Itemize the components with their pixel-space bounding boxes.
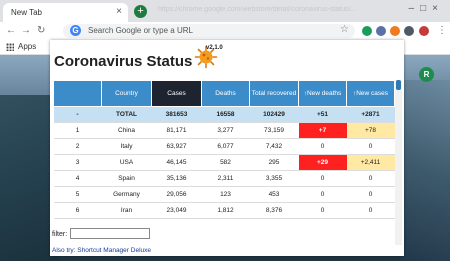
row-cases: 81,171 <box>151 122 202 139</box>
row-new-deaths: +7 <box>298 122 347 139</box>
tab-new-tab[interactable]: New Tab × <box>3 3 128 22</box>
version-label: v2.1.0 <box>206 45 223 51</box>
row-deaths: 582 <box>201 154 250 171</box>
table-row: 1 China 81,171 3,277 73,159 +7 +78 <box>53 122 395 139</box>
extension-shield-icon[interactable] <box>362 26 372 36</box>
browser-tab-bar: New Tab × + https://chrome.google.com/we… <box>0 0 450 22</box>
row-new-deaths: 0 <box>298 170 347 187</box>
tab-title: New Tab <box>11 8 42 17</box>
filter-label: filter: <box>52 231 68 238</box>
filter-input[interactable] <box>70 228 150 239</box>
table-row: 2 Italy 63,927 6,077 7,432 0 0 <box>53 138 395 155</box>
row-country: Iran <box>101 202 152 219</box>
table-scrollbar[interactable] <box>395 80 402 245</box>
row-deaths: 123 <box>201 186 250 203</box>
row-new-deaths: 0 <box>298 138 347 155</box>
extension-puzzle-icon[interactable] <box>376 26 386 36</box>
tab-bar-ghost-text: https://chrome.google.com/webstore/detai… <box>158 6 357 13</box>
close-icon[interactable]: × <box>116 6 122 17</box>
row-recovered: 73,159 <box>249 122 299 139</box>
row-rank: 6 <box>53 202 102 219</box>
row-new-cases: +78 <box>346 122 395 139</box>
row-cases: 23,049 <box>151 202 202 219</box>
reload-icon[interactable]: ↻ <box>37 25 45 36</box>
row-new-cases: 0 <box>346 138 395 155</box>
row-cases: 46,145 <box>151 154 202 171</box>
row-recovered: 453 <box>249 186 299 203</box>
row-new-cases: 0 <box>346 202 395 219</box>
bookmark-apps[interactable]: Apps <box>18 42 36 51</box>
table-header-row: Country Cases Deaths Total recovered ↑Ne… <box>53 80 395 107</box>
address-bar[interactable]: G Search Google or type a URL ☆ <box>63 24 355 38</box>
row-cases: 35,136 <box>151 170 202 187</box>
row-country: China <box>101 122 152 139</box>
row-deaths: 2,311 <box>201 170 250 187</box>
row-recovered: 8,376 <box>249 202 299 219</box>
row-deaths: 3,277 <box>201 122 250 139</box>
row-country: USA <box>101 154 152 171</box>
shortcut-manager-link[interactable]: Also try: Shortcut Manager Deluxe <box>52 247 151 254</box>
row-new-cases: 0 <box>346 170 395 187</box>
window-controls[interactable]: –□× <box>409 3 444 14</box>
menu-dots-icon[interactable]: ⋮ <box>437 25 447 36</box>
row-new-cases: 0 <box>346 186 395 203</box>
row-deaths: 1,812 <box>201 202 250 219</box>
star-icon[interactable]: ☆ <box>340 24 349 35</box>
row-rank: 3 <box>53 154 102 171</box>
total-new-cases: +2871 <box>346 106 395 123</box>
wallpaper-mountain-right <box>400 80 450 261</box>
row-new-cases: +2,411 <box>346 154 395 171</box>
row-deaths: 6,077 <box>201 138 250 155</box>
address-bar-placeholder: Search Google or type a URL <box>88 26 193 35</box>
row-rank: 5 <box>53 186 102 203</box>
row-cases: 29,056 <box>151 186 202 203</box>
column-header-new-cases[interactable]: ↑New cases <box>346 80 395 107</box>
row-recovered: 3,355 <box>249 170 299 187</box>
total-cases: 381653 <box>151 106 202 123</box>
row-new-deaths: +29 <box>298 154 347 171</box>
total-country: TOTAL <box>101 106 152 123</box>
scrollbar-thumb[interactable] <box>396 80 401 90</box>
browser-toolbar: ← → ↻ G Search Google or type a URL ☆ ⋮ <box>0 22 450 40</box>
row-rank: 1 <box>53 122 102 139</box>
row-country: Germany <box>101 186 152 203</box>
row-rank: 4 <box>53 170 102 187</box>
total-recovered: 102429 <box>249 106 299 123</box>
forward-arrow-icon[interactable]: → <box>21 25 31 36</box>
extension-generic-icon[interactable] <box>404 26 414 36</box>
column-header-country[interactable]: Country <box>101 80 152 107</box>
column-header-new-deaths[interactable]: ↑New deaths <box>298 80 347 107</box>
popup-title: Coronavirus Status <box>54 53 193 70</box>
new-tab-button[interactable]: + <box>134 5 147 18</box>
row-rank: 2 <box>53 138 102 155</box>
back-arrow-icon[interactable]: ← <box>6 25 16 36</box>
total-row: - TOTAL 381653 16558 102429 +51 +2871 <box>53 106 395 123</box>
table-row: 4 Spain 35,136 2,311 3,355 0 0 <box>53 170 395 187</box>
table-row: 3 USA 46,145 582 295 +29 +2,411 <box>53 154 395 171</box>
column-header-deaths[interactable]: Deaths <box>201 80 250 107</box>
total-new-deaths: +51 <box>298 106 347 123</box>
total-deaths: 16558 <box>201 106 250 123</box>
row-country: Italy <box>101 138 152 155</box>
row-new-deaths: 0 <box>298 186 347 203</box>
coronavirus-status-popup: Coronavirus Status v2.1.0 Country Cases … <box>50 40 404 256</box>
column-header-cases[interactable]: Cases <box>151 80 202 107</box>
table-row: 5 Germany 29,056 123 453 0 0 <box>53 186 395 203</box>
row-recovered: 295 <box>249 154 299 171</box>
avatar[interactable]: R <box>419 67 434 82</box>
apps-grid-icon[interactable] <box>6 43 14 51</box>
row-country: Spain <box>101 170 152 187</box>
table-row: 6 Iran 23,049 1,812 8,376 0 0 <box>53 202 395 219</box>
profile-icon[interactable] <box>419 26 429 36</box>
total-rank: - <box>53 106 102 123</box>
row-recovered: 7,432 <box>249 138 299 155</box>
stats-table: Country Cases Deaths Total recovered ↑Ne… <box>53 80 395 219</box>
google-icon: G <box>70 25 81 36</box>
column-header-rank[interactable] <box>53 80 102 107</box>
row-cases: 63,927 <box>151 138 202 155</box>
coronavirus-extension-icon[interactable] <box>390 26 400 36</box>
column-header-recovered[interactable]: Total recovered <box>249 80 299 107</box>
row-new-deaths: 0 <box>298 202 347 219</box>
